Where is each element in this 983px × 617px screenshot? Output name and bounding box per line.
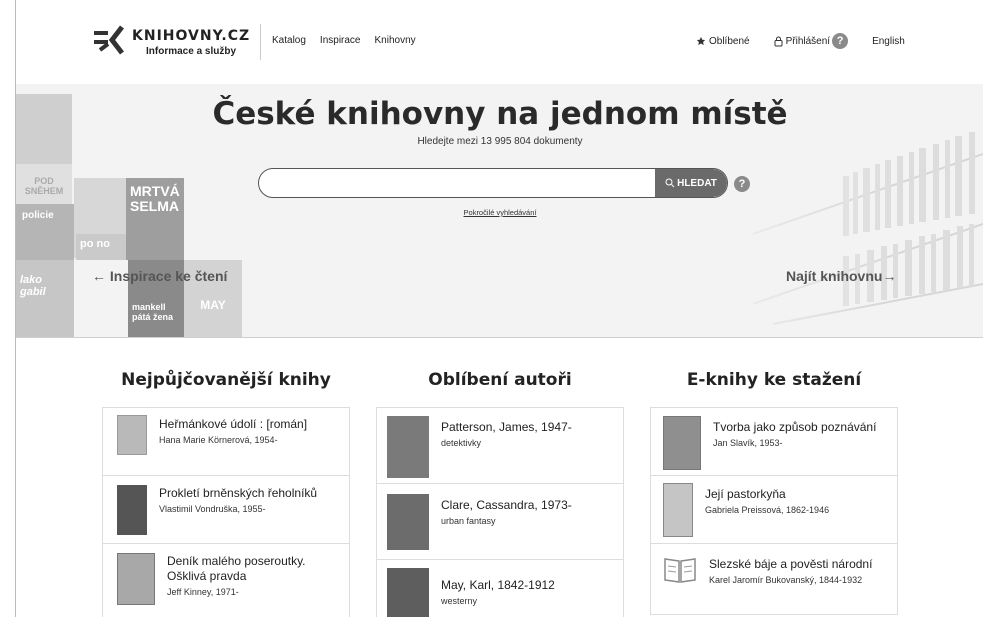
list-item[interactable]: Slezské báje a pověsti národní Karel Jar… [651,544,897,614]
section-title: E-knihy ke stažení [686,370,862,390]
ebook-list: Tvorba jako způsob poznávání Jan Slavík,… [650,407,898,615]
header-actions: Oblíbené Přihlášení ? English [696,33,905,49]
author-photo [387,494,429,550]
section-title: Nejpůjčovanější knihy [121,370,331,390]
item-title: Clare, Cassandra, 1973- [441,498,572,512]
language-switch[interactable]: English [872,36,905,47]
star-icon [696,36,706,46]
search-button[interactable]: HLEDAT [655,169,727,197]
item-title: Slezské báje a pověsti národní [709,557,873,571]
section-title: Oblíbení autoři [428,370,572,390]
book-cover-image [117,415,147,455]
item-title: Tvorba jako způsob poznávání [713,420,877,434]
search-icon [665,178,675,188]
item-title: May, Karl, 1842-1912 [441,578,555,592]
list-item[interactable]: Tvorba jako způsob poznávání Jan Slavík,… [651,408,897,476]
header-divider [260,24,261,60]
author-photo [387,568,429,617]
book-cover-image [117,485,147,535]
item-title: Prokletí brněnských řeholníků [159,486,318,500]
favorite-authors-section: Oblíbení autoři Patterson, James, 1947- … [376,370,624,617]
site-logo[interactable]: KNIHOVNY.CZ Informace a služby [92,22,252,62]
item-subtitle: Jeff Kinney, 1971- [167,587,239,597]
main-nav: Katalog Inspirace Knihovny [272,35,416,46]
hero-title: České knihovny na jednom místě [212,96,788,132]
most-borrowed-section: Nejpůjčovanější knihy Heřmánkové údolí :… [102,370,350,617]
nav-katalog[interactable]: Katalog [272,35,306,46]
hero-subtitle: Hledejte mezi 13 995 804 dokumenty [417,136,583,147]
book-list: Heřmánkové údolí : [román] Hana Marie Kö… [102,407,350,617]
inspiration-link[interactable]: ← Inspirace ke čtení [92,268,227,284]
book-cover-image: POD SNĚHEM [16,164,72,204]
open-book-icon [663,556,697,584]
search-input[interactable] [271,169,661,197]
find-library-link[interactable]: Najít knihovnu→ [786,268,896,284]
book-cover-image [663,416,701,470]
item-title: Patterson, James, 1947- [441,420,572,434]
list-item[interactable]: Její pastorkyňa Gabriela Preissová, 1862… [651,476,897,544]
nav-inspirace[interactable]: Inspirace [320,35,361,46]
lock-icon [774,36,783,46]
logo-name: KNIHOVNY.CZ [132,28,251,44]
logo-mark-icon [94,25,124,55]
item-subtitle: urban fantasy [441,516,496,526]
search-help-icon[interactable]: ? [734,176,750,192]
hero-banner: POD SNĚHEM policie po no MRTVÁ SELMA lak… [16,84,983,338]
ebooks-section: E-knihy ke stažení Tvorba jako způsob po… [650,370,898,615]
item-subtitle: detektivky [441,438,482,448]
item-subtitle: westerny [441,596,478,606]
item-subtitle: Jan Slavík, 1953- [713,438,783,448]
logo-tagline: Informace a služby [146,46,237,57]
book-cover-image [117,553,155,605]
language-label: English [872,35,905,47]
list-item[interactable]: Clare, Cassandra, 1973- urban fantasy [377,484,623,560]
library-shelves-image [693,114,983,337]
author-list: Patterson, James, 1947- detektivky Clare… [376,407,624,617]
book-cover-image [663,483,693,537]
author-photo [387,416,429,478]
item-subtitle: Hana Marie Körnerová, 1954- [159,435,278,445]
list-item[interactable]: Deník malého poseroutky. Ošklivá pravda … [103,544,349,617]
page-frame: KNIHOVNY.CZ Informace a služby Katalog I… [15,0,983,617]
search-button-label: HLEDAT [677,177,717,189]
item-title: Heřmánkové údolí : [román] [159,417,308,431]
search-box: HLEDAT [258,168,728,198]
item-title: Deník malého poseroutky. Ošklivá pravda [167,554,306,583]
book-cover-image: po no [76,234,128,260]
list-item[interactable]: Patterson, James, 1947- detektivky [377,408,623,484]
list-item[interactable]: May, Karl, 1842-1912 westerny [377,560,623,617]
item-title: Její pastorkyňa [705,487,786,501]
site-header: KNIHOVNY.CZ Informace a služby Katalog I… [16,0,983,84]
favorites-link[interactable]: Oblíbené [696,36,750,47]
bookshelf-illustration [693,114,983,337]
item-subtitle: Vlastimil Vondruška, 1955- [159,504,266,514]
favorites-label: Oblíbené [709,35,750,47]
item-subtitle: Karel Jaromír Bukovanský, 1844-1932 [709,575,863,585]
book-cover-image: MRTVÁ SELMA [126,178,184,260]
login-label: Přihlášení [785,35,831,47]
nav-knihovny[interactable]: Knihovny [375,35,416,46]
item-subtitle: Gabriela Preissová, 1862-1946 [705,505,830,515]
list-item[interactable]: Prokletí brněnských řeholníků Vlastimil … [103,476,349,544]
book-cover-image: lako gabil [16,260,74,337]
login-help-icon[interactable]: ? [832,33,849,49]
login-link[interactable]: Přihlášení ? [774,33,849,49]
advanced-search-link[interactable]: Pokročilé vyhledávání [16,208,983,217]
list-item[interactable]: Heřmánkové údolí : [román] Hana Marie Kö… [103,408,349,476]
